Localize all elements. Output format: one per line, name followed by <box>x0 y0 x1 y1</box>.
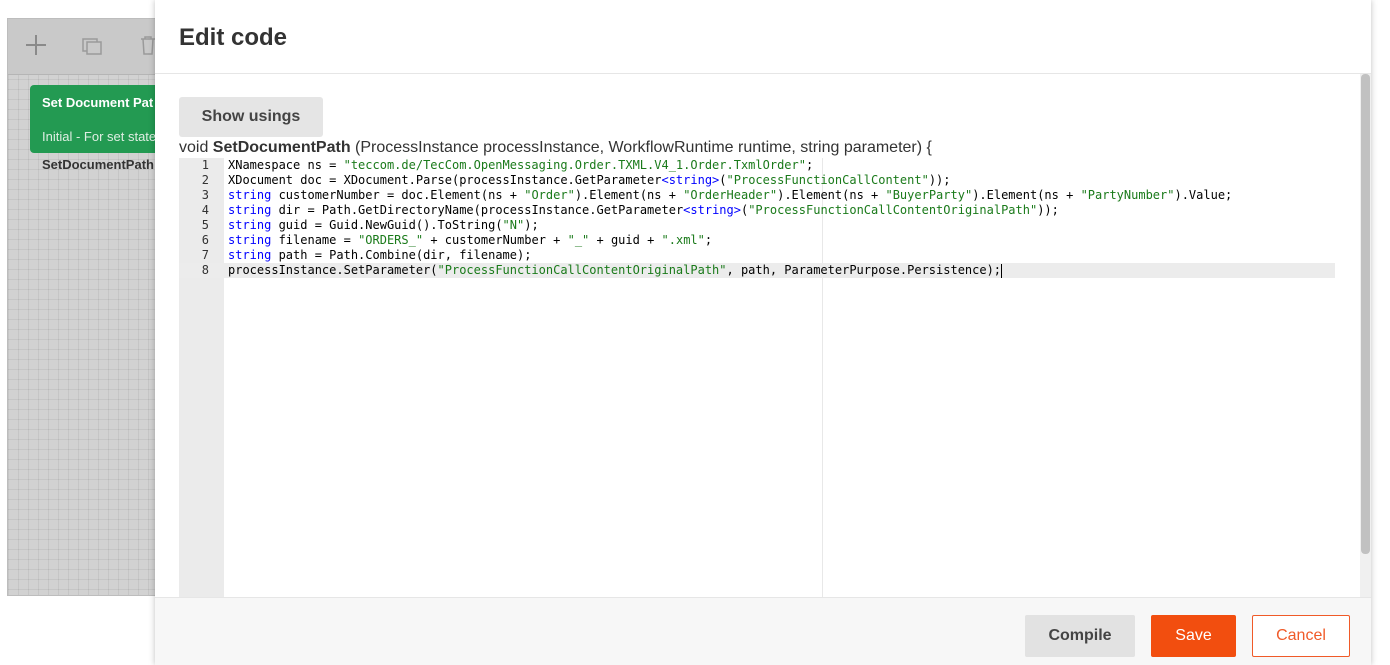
signature-prefix: void <box>179 139 213 156</box>
designer-toolbar <box>8 19 166 75</box>
code-string: "N" <box>502 218 525 232</box>
code-string: "ProcessFunctionCallContentOriginalPath" <box>437 263 727 277</box>
dialog-footer: Compile Save Cancel <box>155 597 1371 665</box>
line-number: 5 <box>201 218 209 232</box>
code-text: ).Element(ns + <box>972 188 1081 202</box>
line-number: 4 <box>201 203 209 217</box>
code-text: ).Element(ns + <box>574 188 684 202</box>
code-keyword: string <box>228 218 272 232</box>
code-line[interactable]: 3 string customerNumber = doc.Element(ns … <box>179 188 1335 203</box>
code-string: "teccom.de/TecCom.OpenMessaging.Order.TX… <box>343 158 806 172</box>
code-string: "BuyerParty" <box>885 188 973 202</box>
cancel-button[interactable]: Cancel <box>1252 615 1350 657</box>
code-lines[interactable]: 1 XNamespace ns = "teccom.de/TecCom.OpenM… <box>179 158 1335 278</box>
code-line[interactable]: 8 processInstance.SetParameter("ProcessFu… <box>179 263 1335 278</box>
code-string: ".xml" <box>661 233 705 247</box>
code-text: processInstance.SetParameter( <box>228 263 438 277</box>
dialog-scrollbar[interactable] <box>1360 74 1371 597</box>
code-text: path = Path.Combine(dir, filename); <box>271 248 532 262</box>
code-text: filename = <box>271 233 359 247</box>
show-usings-button[interactable]: Show usings <box>179 97 323 137</box>
code-text: customerNumber = doc.Element(ns + <box>271 188 525 202</box>
code-string: "ProcessFunctionCallContent" <box>726 173 929 187</box>
line-number: 6 <box>201 233 209 247</box>
line-number: 8 <box>201 263 209 277</box>
code-text: )); <box>928 173 951 187</box>
code-text: ).Value; <box>1174 188 1233 202</box>
line-code: string guid = Guid.NewGuid().ToString("N… <box>228 218 539 233</box>
line-number: 1 <box>201 158 209 172</box>
code-text: ).Element(ns + <box>777 188 886 202</box>
line-code: string path = Path.Combine(dir, filename… <box>228 248 531 263</box>
code-line[interactable]: 5 string guid = Guid.NewGuid().ToString("… <box>179 218 1335 233</box>
dialog-title: Edit code <box>179 24 288 51</box>
code-text: + customerNumber + <box>423 233 568 247</box>
activity-title: Set Document Pat <box>42 95 154 110</box>
line-code: string dir = Path.GetDirectoryName(proce… <box>228 203 1059 218</box>
code-keyword: string <box>228 203 272 217</box>
line-code: string customerNumber = doc.Element(ns +… <box>228 188 1232 203</box>
method-signature: void SetDocumentPath (ProcessInstance pr… <box>179 139 932 157</box>
code-string: "_" <box>567 233 590 247</box>
code-text: XDocument doc = XDocument.Parse(processI… <box>228 173 662 187</box>
plus-icon[interactable] <box>24 33 48 57</box>
code-editor[interactable]: 1 XNamespace ns = "teccom.de/TecCom.OpenM… <box>179 158 1335 597</box>
code-text: , path, ParameterPurpose.Persistence); <box>726 263 1002 277</box>
code-text: dir = Path.GetDirectoryName(processInsta… <box>271 203 684 217</box>
line-number: 2 <box>201 173 209 187</box>
code-string: "Order" <box>524 188 575 202</box>
code-text: ); <box>524 218 539 232</box>
code-string: "OrderHeader" <box>683 188 778 202</box>
code-line[interactable]: 4 string dir = Path.GetDirectoryName(proc… <box>179 203 1335 218</box>
code-text: )); <box>1037 203 1059 217</box>
code-keyword: string <box>228 248 272 262</box>
signature-method-name: SetDocumentPath <box>212 139 351 156</box>
code-text: ( <box>719 173 727 187</box>
signature-params: (ProcessInstance processInstance, Workfl… <box>350 139 932 156</box>
code-keyword: <string> <box>661 173 720 187</box>
line-code: XDocument doc = XDocument.Parse(processI… <box>228 173 951 188</box>
copy-icon[interactable] <box>80 33 104 57</box>
line-number: 7 <box>201 248 209 262</box>
code-line[interactable]: 7 string path = Path.Combine(dir, filenam… <box>179 248 1335 263</box>
workflow-designer-background: Set Document Pat Initial - For set state… <box>7 18 170 596</box>
code-line[interactable]: 2 XDocument doc = XDocument.Parse(process… <box>179 173 1335 188</box>
compile-button[interactable]: Compile <box>1025 615 1135 657</box>
code-text: XNamespace ns = <box>228 158 344 172</box>
code-keyword: string <box>228 233 272 247</box>
dialog-header: Edit code <box>155 0 1371 74</box>
code-keyword: <string> <box>683 203 741 217</box>
code-string: "ORDERS_" <box>358 233 424 247</box>
line-code: processInstance.SetParameter("ProcessFun… <box>228 263 1003 278</box>
code-text: ; <box>704 233 713 247</box>
activity-caption: SetDocumentPath <box>42 157 154 172</box>
activity-node[interactable]: Set Document Pat Initial - For set state <box>30 85 170 153</box>
line-code: string filename = "ORDERS_" + customerNu… <box>228 233 712 248</box>
code-text: ; <box>805 158 814 172</box>
line-number: 3 <box>201 188 209 202</box>
activity-subtitle: Initial - For set state <box>42 129 157 144</box>
line-code: XNamespace ns = "teccom.de/TecCom.OpenMe… <box>228 158 813 173</box>
save-button[interactable]: Save <box>1151 615 1236 657</box>
code-string: "ProcessFunctionCallContentOriginalPath" <box>748 203 1038 217</box>
edit-code-dialog: Edit code Show usings void SetDocumentPa… <box>155 0 1371 665</box>
code-line[interactable]: 6 string filename = "ORDERS_" + customerN… <box>179 233 1335 248</box>
code-line[interactable]: 1 XNamespace ns = "teccom.de/TecCom.OpenM… <box>179 158 1335 173</box>
code-string: "PartyNumber" <box>1080 188 1175 202</box>
scrollbar-thumb[interactable] <box>1361 74 1370 554</box>
text-cursor <box>1001 263 1003 278</box>
code-keyword: string <box>228 188 272 202</box>
code-text: guid = Guid.NewGuid().ToString( <box>271 218 503 232</box>
code-text: + guid + <box>589 233 662 247</box>
